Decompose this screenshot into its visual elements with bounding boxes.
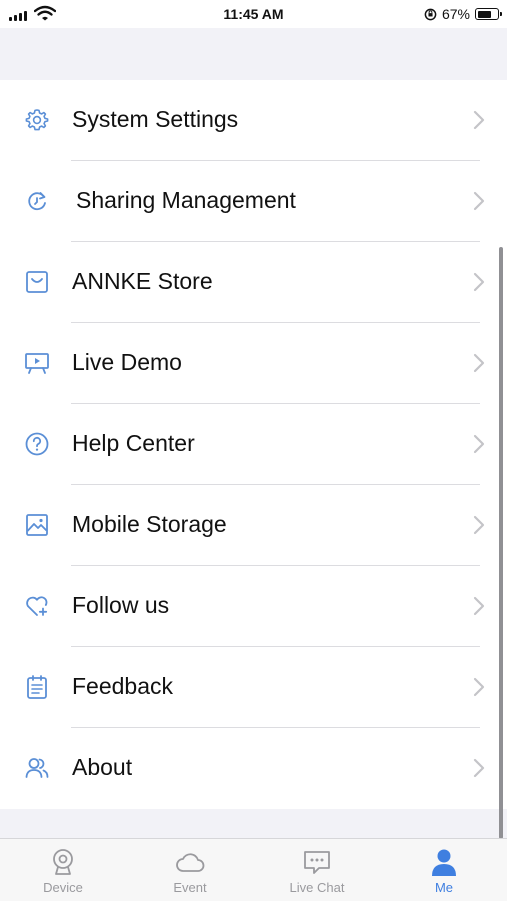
gear-icon [25, 109, 49, 131]
scrollbar-thumb[interactable] [499, 247, 503, 839]
menu-item-mobile-storage[interactable]: Mobile Storage [0, 485, 507, 566]
share-refresh-icon [28, 192, 46, 211]
chevron-right-icon [473, 272, 485, 292]
menu-item-label: Mobile Storage [72, 511, 227, 537]
image-icon [26, 514, 48, 536]
menu-item-label: Follow us [72, 592, 170, 618]
chevron-right-icon [473, 191, 485, 211]
menu-item-help-center[interactable]: Help Center [0, 404, 507, 485]
menu-item-label: Feedback [72, 673, 174, 699]
menu-item-follow-us[interactable]: Follow us [0, 566, 507, 647]
menu-item-live-demo[interactable]: Live Demo [0, 323, 507, 404]
menu-item-label: Help Center [72, 430, 195, 456]
chevron-right-icon [473, 515, 485, 535]
chevron-right-icon [473, 110, 485, 130]
orientation-lock-icon [424, 8, 437, 20]
camera-icon [53, 849, 73, 875]
tab-event[interactable]: Event [127, 839, 253, 901]
menu-item-label: System Settings [72, 106, 239, 132]
status-bar: 11:45 AM 67% [0, 0, 507, 28]
chat-icon [304, 851, 330, 874]
menu-item-label: Live Demo [72, 349, 182, 375]
tab-live-chat[interactable]: Live Chat [254, 839, 380, 901]
tab-device[interactable]: Device [0, 839, 126, 901]
chevron-right-icon [473, 353, 485, 373]
menu-item-feedback[interactable]: Feedback [0, 647, 507, 728]
tab-bar: Device Event Live Chat Me [0, 838, 507, 901]
menu-item-system-settings[interactable]: System Settings [0, 80, 507, 161]
menu-item-label: About [72, 754, 133, 780]
cloud-icon [176, 853, 205, 872]
menu-item-label: Sharing Management [76, 187, 296, 213]
tab-label: Event [173, 880, 207, 895]
clipboard-list-icon [27, 675, 47, 699]
tab-label: Device [43, 880, 83, 895]
battery-icon [475, 8, 502, 20]
store-icon [26, 271, 48, 293]
presentation-icon [25, 353, 49, 374]
tab-label: Me [434, 880, 454, 895]
chevron-right-icon [473, 434, 485, 454]
chevron-right-icon [473, 758, 485, 778]
question-circle-icon [25, 432, 49, 456]
tab-label: Live Chat [289, 880, 345, 895]
chevron-right-icon [473, 596, 485, 616]
me-menu-list: System Settings Sharing Management ANNKE… [0, 80, 507, 809]
menu-item-annke-store[interactable]: ANNKE Store [0, 242, 507, 323]
battery-percent: 67% [441, 6, 470, 22]
heart-plus-icon [26, 596, 48, 616]
menu-item-sharing-management[interactable]: Sharing Management [0, 161, 507, 242]
chevron-right-icon [473, 677, 485, 697]
person-icon [432, 849, 456, 876]
menu-item-about[interactable]: About [0, 728, 507, 809]
menu-item-label: ANNKE Store [72, 268, 213, 294]
people-icon [25, 758, 49, 778]
tab-me[interactable]: Me [381, 839, 507, 901]
